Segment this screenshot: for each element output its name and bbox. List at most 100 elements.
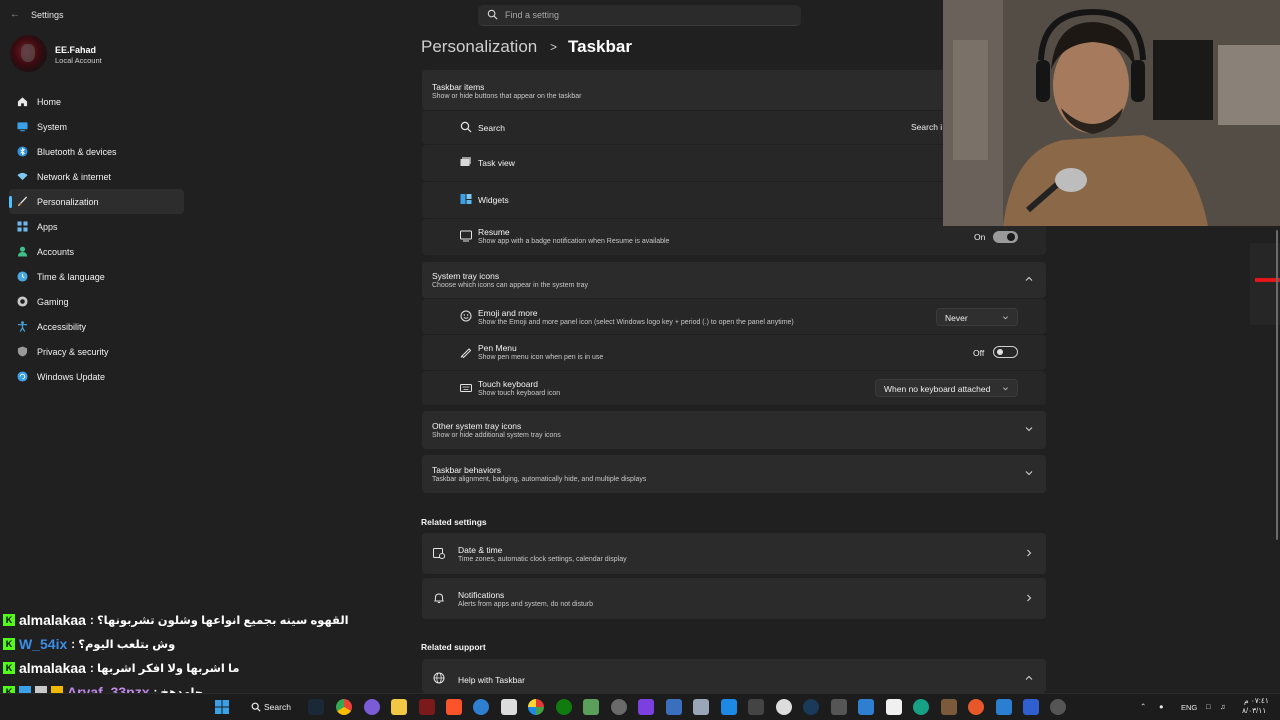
sidebar-item-personalization[interactable]: Personalization	[9, 189, 184, 214]
app-icon[interactable]	[721, 699, 737, 715]
app-icon[interactable]	[638, 699, 654, 715]
language-indicator[interactable]: ENG	[1181, 703, 1197, 712]
taskbar-items-desc: Show or hide buttons that appear on the …	[432, 93, 582, 100]
widgets-icon	[460, 194, 472, 204]
breadcrumb-separator: >	[550, 40, 558, 54]
other-tray-icons-card[interactable]: Other system tray icons Show or hide add…	[422, 411, 1046, 449]
app-icon[interactable]	[886, 699, 902, 715]
windows-start-icon[interactable]	[214, 699, 230, 715]
edge-icon[interactable]	[473, 699, 489, 715]
emoji-icon	[460, 310, 472, 322]
settings-gear-icon[interactable]	[1050, 699, 1066, 715]
touch-keyboard-dropdown[interactable]: When no keyboard attached	[875, 379, 1018, 397]
discord-icon[interactable]	[364, 699, 380, 715]
sidebar-item-system[interactable]: System	[9, 114, 184, 139]
file-explorer-icon[interactable]	[391, 699, 407, 715]
taskbar-search-dropdown[interactable]: Search i	[907, 121, 943, 135]
taskbar-search-label: Search	[478, 123, 505, 133]
notepad-icon[interactable]	[501, 699, 517, 715]
app-title: Settings	[31, 10, 64, 20]
other-tray-desc: Show or hide additional system tray icon…	[432, 432, 561, 439]
app-icon[interactable]	[996, 699, 1012, 715]
sidebar-item-accounts[interactable]: Accounts	[9, 239, 184, 264]
search-icon	[487, 9, 498, 20]
app-icon[interactable]	[693, 699, 709, 715]
touch-keyboard-desc: Show touch keyboard icon	[478, 390, 561, 397]
pen-menu-row[interactable]: Pen Menu Show pen menu icon when pen is …	[422, 335, 1046, 370]
app-icon[interactable]	[858, 699, 874, 715]
sidebar-item-label: Gaming	[37, 297, 69, 307]
terminal-icon[interactable]	[831, 699, 847, 715]
app-icon[interactable]	[583, 699, 599, 715]
clock-date[interactable]: ٨/٠٣/١١	[1242, 706, 1266, 715]
brave-icon[interactable]	[446, 699, 462, 715]
other-tray-title: Other system tray icons	[432, 421, 522, 431]
chevron-up-icon	[1025, 276, 1033, 281]
app-icon[interactable]	[941, 699, 957, 715]
behaviors-desc: Taskbar alignment, badging, automaticall…	[432, 476, 647, 483]
microphone-icon[interactable]: ●	[1159, 702, 1164, 711]
pen-menu-toggle[interactable]	[993, 346, 1018, 358]
emoji-dropdown-value: Never	[945, 313, 968, 323]
brush-icon	[17, 196, 28, 207]
search-input[interactable]: Find a setting	[478, 5, 801, 26]
steam-icon[interactable]	[308, 699, 324, 715]
taskbar-search-button[interactable]: Search	[247, 699, 295, 715]
sidebar-item-gaming[interactable]: Gaming	[9, 289, 184, 314]
gamepad-icon	[17, 296, 28, 307]
tray-overflow-chevron-icon[interactable]: ⌃	[1140, 702, 1146, 711]
sidebar-item-label: System	[37, 122, 68, 132]
network-icon[interactable]: □	[1206, 702, 1211, 711]
help-taskbar-card[interactable]: Help with Taskbar	[422, 659, 1046, 693]
widgets-label: Widgets	[478, 195, 509, 205]
app-icon[interactable]	[419, 699, 435, 715]
app-icon[interactable]	[1023, 699, 1039, 715]
xbox-icon[interactable]	[556, 699, 572, 715]
taskbar-items-title: Taskbar items	[432, 82, 485, 92]
breadcrumb-parent[interactable]: Personalization	[421, 37, 537, 57]
back-arrow-icon[interactable]: ←	[10, 9, 20, 20]
notifications-link[interactable]: Notifications Alerts from apps and syste…	[422, 578, 1046, 619]
volume-icon[interactable]: ♫	[1220, 702, 1226, 711]
app-icon[interactable]	[666, 699, 682, 715]
sidebar-item-home[interactable]: Home	[9, 89, 184, 114]
taskbar-behaviors-card[interactable]: Taskbar behaviors Taskbar alignment, bad…	[422, 455, 1046, 493]
scrollbar[interactable]	[1276, 230, 1278, 540]
sidebar-item-label: Bluetooth & devices	[37, 147, 117, 157]
system-tray-header[interactable]: System tray icons Choose which icons can…	[422, 262, 1046, 298]
chevron-right-icon	[1027, 594, 1032, 602]
sidebar-item-accessibility[interactable]: Accessibility	[9, 314, 184, 339]
chevron-down-icon	[1003, 387, 1008, 391]
chevron-down-icon	[1025, 427, 1033, 432]
chat-username: W_54ix	[19, 636, 68, 652]
sidebar-item-privacy-security[interactable]: Privacy & security	[9, 339, 184, 364]
task-view-label: Task view	[478, 158, 515, 168]
page-title: Taskbar	[568, 37, 632, 56]
app-icon[interactable]	[611, 699, 627, 715]
app-icon[interactable]	[913, 699, 929, 715]
chat-text: : ما اشربها ولا افكر اشربها	[89, 663, 240, 675]
emoji-dropdown[interactable]: Never	[936, 308, 1018, 326]
chrome-icon[interactable]	[336, 699, 352, 715]
sidebar-item-network[interactable]: Network & internet	[9, 164, 184, 189]
sidebar-nav: Home System Bluetooth & devices Network …	[9, 89, 184, 389]
system-tray-desc: Choose which icons can appear in the sys…	[432, 282, 589, 289]
sidebar-item-bluetooth[interactable]: Bluetooth & devices	[9, 139, 184, 164]
obs-icon[interactable]	[776, 699, 792, 715]
app-icon[interactable]	[968, 699, 984, 715]
calendar-clock-icon	[433, 548, 445, 559]
sidebar-item-time-language[interactable]: Time & language	[9, 264, 184, 289]
pen-toggle-state: Off	[973, 348, 985, 358]
clock-time[interactable]: ٠٧:٤١ م	[1244, 696, 1269, 705]
bell-icon	[434, 593, 444, 603]
sidebar-item-apps[interactable]: Apps	[9, 214, 184, 239]
app-icon[interactable]	[748, 699, 764, 715]
sidebar-item-windows-update[interactable]: Windows Update	[9, 364, 184, 389]
app-icon[interactable]	[803, 699, 819, 715]
date-time-link[interactable]: Date & time Time zones, automatic clock …	[422, 533, 1046, 574]
behaviors-title: Taskbar behaviors	[432, 465, 501, 475]
app-icon[interactable]	[528, 699, 544, 715]
avatar[interactable]	[10, 35, 47, 72]
resume-toggle[interactable]	[993, 231, 1018, 243]
sidebar-item-label: Privacy & security	[37, 347, 109, 357]
